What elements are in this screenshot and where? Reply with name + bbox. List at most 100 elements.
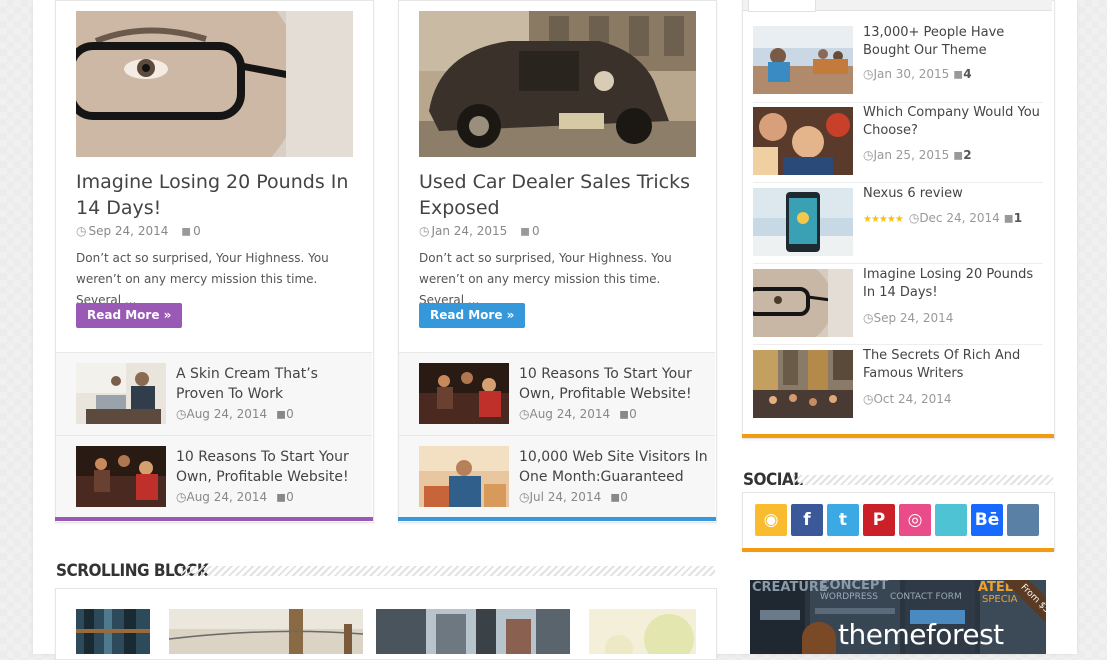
sidebar-post-comments[interactable]: 2	[963, 148, 971, 162]
sidebar-post-date: Oct 24, 2014	[873, 392, 952, 406]
sidebar-post-meta: ◷Sep 24, 2014	[863, 311, 953, 325]
mini-post-item[interactable]: A Skin Cream That’s Proven To Work ◷Aug …	[56, 352, 372, 435]
sidebar-post-thumb[interactable]	[753, 107, 853, 175]
mini-post-date: Aug 24, 2014	[186, 490, 268, 504]
ad-brand: themeforest	[838, 618, 1004, 651]
comments-icon: ◼	[953, 148, 964, 162]
widget-accent-bar	[742, 548, 1054, 552]
scroll-thumb[interactable]	[589, 609, 696, 654]
clock-icon: ◷	[863, 148, 874, 162]
post-comments[interactable]: 0	[193, 224, 201, 238]
sidebar-post-comments[interactable]: 4	[963, 67, 971, 81]
card-accent-bar	[55, 517, 373, 521]
mini-post-item[interactable]: 10,000 Web Site Visitors In One Month:Gu…	[399, 435, 715, 518]
sidebar-post-title[interactable]: Which Company Would You Choose?	[863, 104, 1043, 140]
read-more-button[interactable]: Read More »	[419, 303, 526, 328]
sidebar-post-item[interactable]: Nexus 6 review ★★★★★ ◷Dec 24, 2014 ◼1	[753, 183, 1043, 264]
sidebar-post-date: Jan 25, 2015	[873, 148, 950, 162]
sidebar-post-meta: ◷Jan 30, 2015 ◼4	[863, 67, 972, 81]
mini-post-title[interactable]: 10 Reasons To Start Your Own, Profitable…	[176, 447, 366, 487]
post-title[interactable]: Imagine Losing 20 Pounds In 14 Days!	[76, 169, 356, 221]
sidebar-post-title[interactable]: Nexus 6 review	[863, 185, 1043, 203]
rating-stars: ★★★★★	[863, 214, 904, 225]
sidebar-post-thumb[interactable]	[753, 26, 853, 94]
ad-word: CREATURE	[752, 580, 828, 595]
read-more-button[interactable]: Read More »	[76, 303, 183, 328]
blank-icon-2[interactable]	[1007, 504, 1039, 536]
comments-icon: ◼	[953, 67, 964, 81]
dribbble-icon[interactable]: ◎	[899, 504, 931, 536]
widget-accent-bar	[742, 434, 1054, 438]
comments-icon: ◼	[276, 407, 287, 421]
mini-post-thumb[interactable]	[76, 446, 166, 507]
mini-post-item[interactable]: 10 Reasons To Start Your Own, Profitable…	[399, 352, 715, 435]
post-date: Jan 24, 2015	[431, 224, 508, 238]
clock-icon: ◷	[176, 407, 187, 421]
post-image-vintage-car[interactable]	[419, 11, 696, 157]
scroll-thumb[interactable]	[169, 609, 363, 654]
mini-post-thumb[interactable]	[419, 446, 509, 507]
comments-icon: ◼	[1003, 211, 1014, 225]
comments-icon: ◼	[619, 407, 630, 421]
mini-post-date: Aug 24, 2014	[186, 407, 268, 421]
facebook-icon[interactable]: f	[791, 504, 823, 536]
post-date: Sep 24, 2014	[88, 224, 169, 238]
clock-icon: ◷	[76, 224, 87, 238]
tab-popular[interactable]	[748, 0, 816, 12]
sidebar-post-thumb[interactable]	[753, 188, 853, 256]
mini-post-thumb[interactable]	[76, 363, 166, 424]
mini-post-comments[interactable]: 0	[286, 490, 294, 504]
sidebar-post-item[interactable]: Which Company Would You Choose? ◷Jan 25,…	[753, 102, 1043, 183]
card-accent-bar	[398, 517, 716, 521]
mini-post-meta: ◷Jul 24, 2014 ◼0	[519, 490, 628, 504]
behance-icon[interactable]: Bē	[971, 504, 1003, 536]
mini-post-comments[interactable]: 0	[629, 407, 637, 421]
mini-post-title[interactable]: A Skin Cream That’s Proven To Work	[176, 364, 366, 404]
scroll-thumb[interactable]	[376, 609, 570, 654]
sidebar-post-thumb[interactable]	[753, 350, 853, 418]
sidebar-post-meta: ◷Oct 24, 2014	[863, 392, 951, 406]
sidebar-post-thumb[interactable]	[753, 269, 853, 337]
post-title[interactable]: Used Car Dealer Sales Tricks Exposed	[419, 169, 699, 221]
sidebar-post-comments[interactable]: 1	[1014, 211, 1022, 225]
sidebar-post-meta: ◷Jan 25, 2015 ◼2	[863, 148, 972, 162]
comments-icon: ◼	[520, 224, 531, 238]
mini-post-comments[interactable]: 0	[620, 490, 628, 504]
comments-icon: ◼	[276, 490, 287, 504]
blank-icon[interactable]	[935, 504, 967, 536]
mini-post-thumb[interactable]	[419, 363, 509, 424]
sidebar-post-title[interactable]: 13,000+ People Have Bought Our Theme	[863, 24, 1043, 60]
mini-post-title[interactable]: 10,000 Web Site Visitors In One Month:Gu…	[519, 447, 709, 487]
sidebar-post-title[interactable]: Imagine Losing 20 Pounds In 14 Days!	[863, 266, 1043, 302]
sidebar-post-item[interactable]: Imagine Losing 20 Pounds In 14 Days! ◷Se…	[753, 264, 1043, 345]
clock-icon: ◷	[863, 311, 874, 325]
clock-icon: ◷	[519, 490, 530, 504]
post-comments[interactable]: 0	[532, 224, 540, 238]
post-meta: ◷ Sep 24, 2014 ◼ 0	[76, 224, 201, 238]
mini-post-meta: ◷Aug 24, 2014 ◼0	[519, 407, 637, 421]
ad-word: SPECIA	[982, 594, 1018, 605]
mini-post-title[interactable]: 10 Reasons To Start Your Own, Profitable…	[519, 364, 709, 404]
comments-icon: ◼	[181, 224, 192, 238]
mini-post-comments[interactable]: 0	[286, 407, 294, 421]
themeforest-ad-banner[interactable]: CREATURE CONCEPT WORDPRESS CONTACT FORM …	[750, 580, 1046, 654]
section-title-stripes	[181, 566, 715, 576]
clock-icon: ◷	[176, 490, 187, 504]
sidebar-post-title[interactable]: The Secrets Of Rich And Famous Writers	[863, 347, 1043, 383]
sidebar-post-date: Sep 24, 2014	[873, 311, 954, 325]
mini-post-item[interactable]: 10 Reasons To Start Your Own, Profitable…	[56, 435, 372, 518]
comments-icon: ◼	[610, 490, 621, 504]
post-excerpt: Don’t act so surprised, Your Highness. Y…	[76, 251, 329, 307]
rss-icon[interactable]: ◉	[755, 504, 787, 536]
sidebar-post-item[interactable]: The Secrets Of Rich And Famous Writers ◷…	[753, 345, 1043, 425]
sidebar-post-item[interactable]: 13,000+ People Have Bought Our Theme ◷Ja…	[753, 22, 1043, 103]
pinterest-icon[interactable]: P	[863, 504, 895, 536]
post-image-glasses[interactable]	[76, 11, 353, 157]
clock-icon: ◷	[863, 67, 874, 81]
post-excerpt: Don’t act so surprised, Your Highness. Y…	[419, 251, 672, 307]
ad-word: WORDPRESS	[820, 592, 878, 602]
mini-post-date: Jul 24, 2014	[529, 490, 602, 504]
scroll-thumb[interactable]	[76, 609, 150, 654]
clock-icon: ◷	[908, 211, 920, 225]
twitter-icon[interactable]: t	[827, 504, 859, 536]
